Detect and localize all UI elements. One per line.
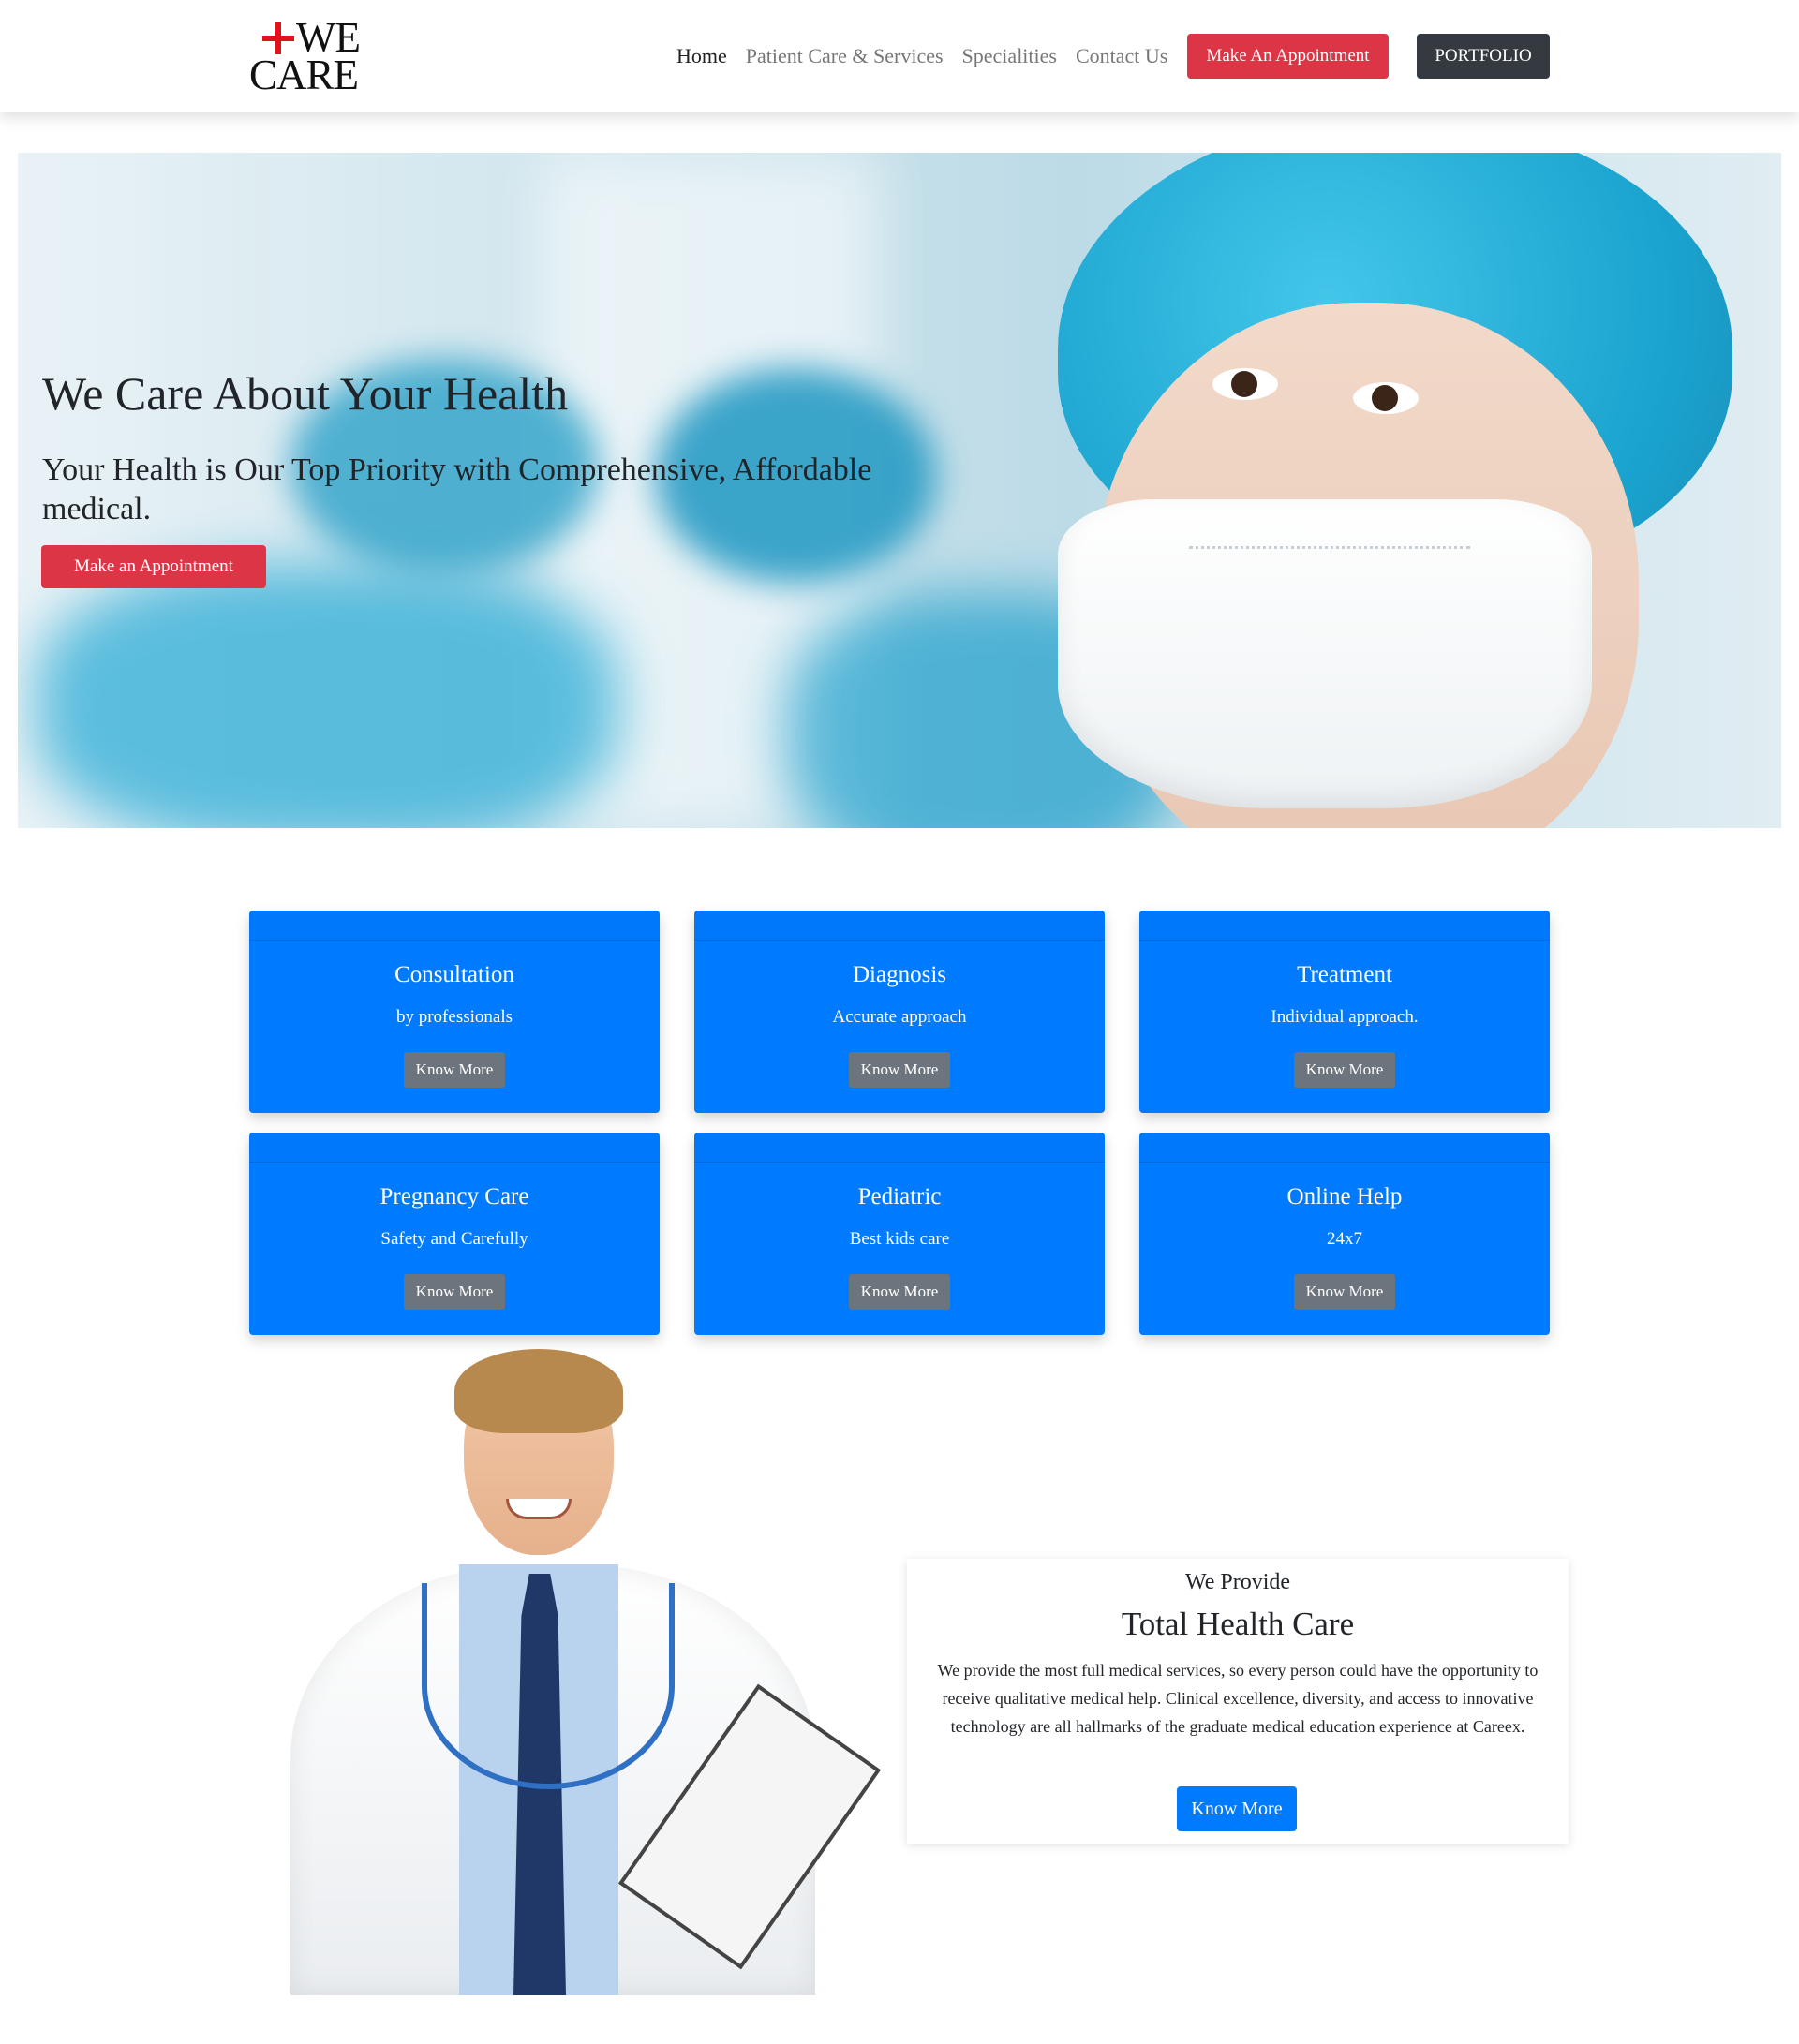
stethoscope-icon [422, 1583, 675, 1789]
provide-know-more-button[interactable]: Know More [1177, 1786, 1297, 1831]
card-text: Individual approach. [1271, 1007, 1419, 1027]
card-title: Diagnosis [853, 962, 946, 987]
doctor-image [281, 1349, 882, 1995]
hero-banner: We Care About Your Health Your Health is… [18, 153, 1781, 828]
card-text: by professionals [395, 1007, 513, 1027]
card-title: Pediatric [857, 1184, 942, 1209]
main-nav: Home Patient Care & Services Specialitie… [676, 34, 1186, 79]
doctor-smile [506, 1499, 572, 1519]
service-card-pregnancy-care: Pregnancy Care Safety and Carefully Know… [249, 1133, 660, 1335]
know-more-button[interactable]: Know More [404, 1052, 505, 1088]
card-header [249, 1133, 660, 1163]
know-more-button[interactable]: Know More [849, 1052, 950, 1088]
make-appointment-button[interactable]: Make An Appointment [1187, 34, 1389, 79]
hero-nurse-eye [1212, 368, 1278, 400]
card-title: Online Help [1286, 1184, 1403, 1209]
doctor-hair [454, 1349, 623, 1433]
nav-specialities[interactable]: Specialities [962, 44, 1057, 68]
hero-title: We Care About Your Health [42, 367, 569, 420]
service-card-online-help: Online Help 24x7 Know More [1139, 1133, 1550, 1335]
card-title: Treatment [1297, 962, 1392, 987]
total-health-care-panel: We Provide Total Health Care We provide … [907, 1559, 1569, 1844]
provide-description: We provide the most full medical service… [937, 1661, 1539, 1736]
know-more-button[interactable]: Know More [404, 1274, 505, 1310]
card-header [249, 911, 660, 941]
card-title: Pregnancy Care [379, 1184, 529, 1209]
card-text: 24x7 [1327, 1229, 1362, 1249]
card-text: Accurate approach [832, 1007, 967, 1027]
card-header [1139, 911, 1550, 941]
know-more-button[interactable]: Know More [849, 1274, 950, 1310]
card-text: Safety and Carefully [380, 1229, 528, 1249]
nav-contact[interactable]: Contact Us [1076, 44, 1167, 68]
hero-nurse-eye [1353, 382, 1419, 414]
service-card-diagnosis: Diagnosis Accurate approach Know More [694, 911, 1105, 1113]
know-more-button[interactable]: Know More [1294, 1052, 1395, 1088]
provide-title: Total Health Care [1121, 1606, 1355, 1642]
red-cross-icon [262, 22, 294, 54]
service-card-consultation: Consultation by professionals Know More [249, 911, 660, 1113]
card-header [694, 1133, 1105, 1163]
nav-home[interactable]: Home [676, 44, 727, 68]
service-card-treatment: Treatment Individual approach. Know More [1139, 911, 1550, 1113]
hero-nurse-mask-stitch [1189, 546, 1470, 552]
card-text: Best kids care [849, 1229, 950, 1249]
provide-label: We Provide [1184, 1570, 1291, 1594]
navbar: WE CARE Home Patient Care & Services Spe… [0, 0, 1799, 112]
hero-subtitle: Your Health is Our Top Priority with Com… [42, 452, 872, 526]
hero-bg-surgeon-gown [37, 565, 617, 828]
card-header [1139, 1133, 1550, 1163]
portfolio-button[interactable]: PORTFOLIO [1417, 34, 1550, 79]
card-title: Consultation [394, 962, 514, 987]
nav-patient-care[interactable]: Patient Care & Services [746, 44, 944, 68]
service-card-pediatric: Pediatric Best kids care Know More [694, 1133, 1105, 1335]
brand-logo[interactable]: WE CARE [249, 17, 380, 97]
know-more-button[interactable]: Know More [1294, 1274, 1395, 1310]
brand-line-2: CARE [249, 52, 359, 98]
card-header [694, 911, 1105, 941]
hero-appointment-button[interactable]: Make an Appointment [41, 545, 266, 588]
